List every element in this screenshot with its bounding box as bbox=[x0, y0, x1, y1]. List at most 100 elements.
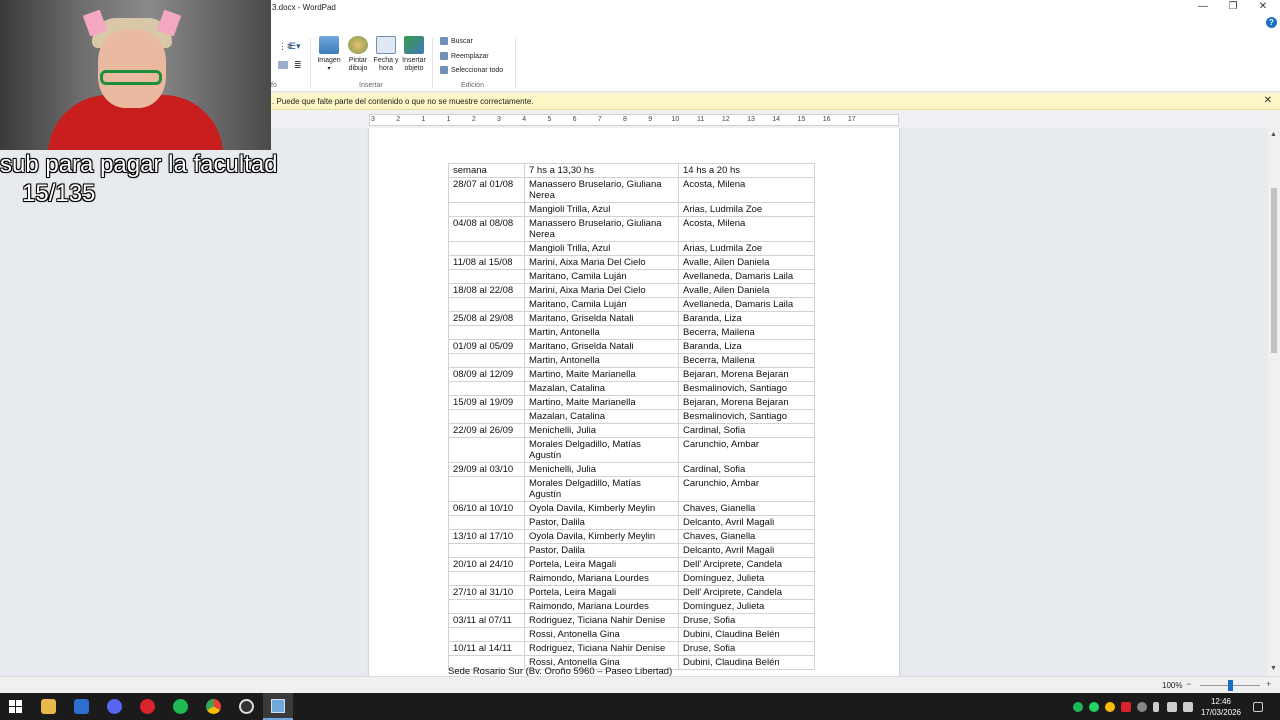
close-button[interactable]: ✕ bbox=[1248, 1, 1278, 15]
volume-icon[interactable] bbox=[1183, 702, 1193, 712]
whatsapp-tray-icon[interactable] bbox=[1089, 702, 1099, 712]
insert-object-button[interactable]: Insertar objeto bbox=[400, 36, 428, 73]
scroll-down-icon[interactable]: ▼ bbox=[1270, 665, 1277, 672]
week-cell bbox=[448, 325, 525, 340]
info-bar-close-button[interactable]: ✕ bbox=[1264, 95, 1272, 106]
morning-shift-cell: Marini, Aixa Maria Del Cielo bbox=[524, 255, 679, 270]
system-clock[interactable]: 12:46 17/03/2026 bbox=[1200, 696, 1242, 718]
week-cell: 06/10 al 10/10 bbox=[448, 501, 525, 516]
table-row: Morales Delgadillo, Matías Agustín Carunc… bbox=[448, 437, 815, 463]
morning-shift-cell: Maritano, Camila Luján bbox=[524, 297, 679, 312]
ruler-tick-label: 11 bbox=[696, 116, 705, 123]
afternoon-shift-cell: Baranda, Liza bbox=[678, 339, 815, 354]
chevron-down-icon: ▾ bbox=[327, 66, 331, 72]
app-tray-icon[interactable] bbox=[1121, 702, 1131, 712]
ruler-tick-label: 4 bbox=[522, 116, 527, 123]
paint-drawing-button[interactable]: Pintar dibujo bbox=[344, 36, 372, 73]
week-cell bbox=[448, 269, 525, 284]
network-tray-icon[interactable] bbox=[1137, 702, 1147, 712]
morning-shift-cell: Raimondo, Mariana Lourdes bbox=[524, 599, 679, 614]
table-row: 29/09 al 03/10 Menichelli, Julia Cardinal,… bbox=[448, 462, 815, 477]
microphone-icon[interactable] bbox=[1153, 702, 1159, 712]
afternoon-shift-cell: Acosta, Milena bbox=[678, 216, 815, 242]
chrome-icon[interactable] bbox=[206, 699, 221, 714]
afternoon-shift-cell: Chaves, Gianella bbox=[678, 529, 815, 544]
afternoon-shift-cell: Carunchio, Ambar bbox=[678, 476, 815, 502]
zoom-in-button[interactable]: + bbox=[1266, 679, 1271, 689]
document-page[interactable]: semana 7 hs a 13,30 hs 14 hs a 20 hs 28/… bbox=[369, 128, 899, 676]
file-explorer-icon[interactable] bbox=[41, 699, 56, 714]
week-cell bbox=[448, 409, 525, 424]
notification-icon[interactable] bbox=[1253, 702, 1263, 712]
store-icon[interactable] bbox=[74, 699, 89, 714]
date-time-button[interactable]: Fecha y hora bbox=[372, 36, 400, 73]
windows-start-icon[interactable] bbox=[8, 699, 23, 714]
app-red-icon[interactable] bbox=[140, 699, 155, 714]
table-row: 18/08 al 22/08 Marini, Aixa Maria Del Cie… bbox=[448, 283, 815, 298]
wordpad-icon bbox=[271, 699, 285, 713]
ruler-tick-label: 9 bbox=[648, 116, 653, 123]
table-row: Martin, Antonella Becerra, Mailena bbox=[448, 353, 815, 368]
ruler-tick-label: 12 bbox=[721, 116, 730, 123]
spotify-icon[interactable] bbox=[173, 699, 188, 714]
week-cell: 29/09 al 03/10 bbox=[448, 462, 525, 477]
document-area[interactable]: semana 7 hs a 13,30 hs 14 hs a 20 hs 28/… bbox=[0, 128, 1268, 676]
align-icon[interactable]: ≣ bbox=[294, 60, 302, 71]
scrollbar-thumb[interactable] bbox=[1271, 188, 1277, 353]
spotify-tray-icon[interactable] bbox=[1073, 702, 1083, 712]
zoom-out-button[interactable]: − bbox=[1186, 679, 1191, 689]
schedule-table: semana 7 hs a 13,30 hs 14 hs a 20 hs 28/… bbox=[448, 163, 815, 670]
wordpad-taskbar-button[interactable] bbox=[263, 693, 293, 720]
afternoon-shift-cell: Bejaran, Morena Bejaran bbox=[678, 395, 815, 410]
table-row: Martin, Antonella Becerra, Mailena bbox=[448, 325, 815, 340]
date-time-label: Fecha y hora bbox=[373, 57, 399, 72]
ruler[interactable]: 3 2 1 1 2 3 4 5 6 7 8 9 10 11 12 13 14 15 16 17 bbox=[369, 114, 899, 126]
morning-shift-cell: Menichelli, Julia bbox=[524, 462, 679, 477]
paragraph-icon[interactable] bbox=[278, 61, 288, 69]
stream-goal-counter: 15/135 bbox=[22, 180, 96, 207]
morning-shift-cell: Mangioli Trilla, Azul bbox=[524, 241, 679, 256]
line-spacing-icon[interactable]: ☰▾ bbox=[288, 41, 301, 52]
table-row: Rossi, Antonella Gina Dubini, Claudina Be… bbox=[448, 627, 815, 642]
afternoon-shift-cell: Besmalinovich, Santiago bbox=[678, 409, 815, 424]
morning-shift-cell: Manassero Bruselario, Giuliana Nerea bbox=[524, 177, 679, 203]
minimize-button[interactable]: — bbox=[1188, 1, 1218, 15]
afternoon-shift-cell: Bejaran, Morena Bejaran bbox=[678, 367, 815, 382]
image-icon bbox=[319, 36, 339, 54]
replace-button[interactable]: Reemplazar bbox=[440, 52, 489, 60]
binoculars-icon bbox=[440, 37, 448, 45]
obs-icon[interactable] bbox=[239, 699, 254, 714]
vertical-scrollbar[interactable]: ▲ ▼ bbox=[1268, 128, 1280, 676]
afternoon-shift-cell: Druse, Sofia bbox=[678, 613, 815, 628]
select-all-label: Seleccionar todo bbox=[451, 66, 504, 74]
week-cell bbox=[448, 241, 525, 256]
taskbar: 12:46 17/03/2026 bbox=[0, 693, 1280, 720]
chrome-tray-icon[interactable] bbox=[1105, 702, 1115, 712]
scroll-up-icon[interactable]: ▲ bbox=[1270, 131, 1277, 138]
week-cell bbox=[448, 543, 525, 558]
week-cell: 27/10 al 31/10 bbox=[448, 585, 525, 600]
morning-shift-cell: Maritano, Griselda Natali bbox=[524, 339, 679, 354]
status-bar: 100% − + bbox=[0, 676, 1280, 693]
info-bar-message: . Puede que falte parte del contenido o … bbox=[272, 97, 534, 106]
streamer-face bbox=[98, 30, 166, 108]
insert-image-button[interactable]: Imagen ▾ bbox=[315, 36, 343, 73]
wifi-icon[interactable] bbox=[1167, 702, 1177, 712]
restore-button[interactable]: ❐ bbox=[1218, 1, 1248, 15]
table-row: 10/11 al 14/11 Rodriguez, Ticiana Nahir D… bbox=[448, 641, 815, 656]
zoom-slider-thumb[interactable] bbox=[1228, 680, 1233, 691]
ruler-tick-label: 2 bbox=[471, 116, 476, 123]
select-all-button[interactable]: Seleccionar todo bbox=[440, 66, 503, 74]
week-cell: 13/10 al 17/10 bbox=[448, 529, 525, 544]
table-row: Pastor, Dalila Delcanto, Avril Magali bbox=[448, 515, 815, 530]
week-cell bbox=[448, 297, 525, 312]
table-row: 20/10 al 24/10 Portela, Leira Magali Dell'… bbox=[448, 557, 815, 572]
help-button[interactable]: ? bbox=[1266, 17, 1277, 28]
morning-shift-cell: Marini, Aixa Maria Del Cielo bbox=[524, 283, 679, 298]
insert-group-label: Insertar bbox=[359, 82, 383, 89]
morning-shift-cell: Menichelli, Julia bbox=[524, 423, 679, 438]
morning-shift-cell: Pastor, Dalila bbox=[524, 543, 679, 558]
ruler-tick-label: 14 bbox=[772, 116, 781, 123]
discord-icon[interactable] bbox=[107, 699, 122, 714]
find-button[interactable]: Buscar bbox=[440, 37, 473, 45]
